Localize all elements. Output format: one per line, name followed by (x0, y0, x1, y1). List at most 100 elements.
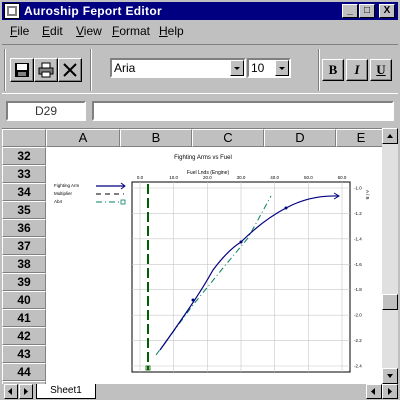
right-tick-label: -2.2 (354, 338, 362, 343)
close-doc-button[interactable] (58, 58, 82, 82)
scroll-up-button[interactable] (382, 128, 398, 144)
title-bar[interactable]: Auroship Feport Editor _ □ X (2, 2, 398, 20)
vertical-scrollbar[interactable] (382, 128, 398, 384)
right-tick-label: -1.8 (354, 287, 362, 292)
row-header[interactable]: 43 (2, 345, 46, 363)
right-tick-label: -2.4 (354, 364, 362, 369)
app-icon[interactable] (4, 3, 20, 19)
app-window: Auroship Feport Editor _ □ X File Edit V… (0, 0, 400, 400)
underline-button[interactable]: U (370, 59, 392, 81)
arrow-right-icon (24, 388, 28, 395)
arrow-left-icon (371, 388, 375, 395)
menu-file[interactable]: File (10, 24, 29, 38)
italic-button[interactable]: I (346, 59, 368, 81)
formula-bar: D29 (2, 96, 398, 126)
right-tick-label: -2.0 (354, 313, 362, 318)
select-all-corner[interactable] (2, 129, 46, 147)
top-tick-label: 50.0 (304, 175, 313, 180)
cell-reference-box[interactable]: D29 (6, 101, 86, 121)
chevron-down-icon[interactable] (230, 60, 244, 76)
formula-input[interactable] (92, 101, 394, 121)
menu-file-label: ile (17, 24, 30, 38)
legend-label: Ab4 (54, 199, 63, 204)
top-tick-label: 60.0 (338, 175, 347, 180)
minimize-button[interactable]: _ (342, 4, 358, 18)
print-icon (38, 62, 54, 78)
window-title: Auroship Feport Editor (24, 4, 162, 18)
top-axis-ticks: 0.0 10.0 20.0 30.0 40.0 50.0 60.0 (137, 175, 347, 180)
chart-canvas: Fighting Arms vs Fuel Fuel Lnds (Engine)… (54, 155, 370, 373)
chevron-down-icon[interactable] (275, 60, 289, 76)
menu-edit-label: dit (50, 24, 63, 38)
menu-help-label: elp (167, 24, 184, 38)
row-header[interactable]: 37 (2, 237, 46, 255)
sheet-tab[interactable]: Sheet1 (36, 384, 96, 399)
row-header[interactable]: 36 (2, 219, 46, 237)
tab-scroll-left-button[interactable] (4, 384, 18, 399)
column-header-c[interactable]: C (192, 129, 264, 147)
font-size-value: 10 (251, 61, 265, 75)
hscroll-right-button[interactable] (382, 384, 398, 399)
column-header-a[interactable]: A (46, 129, 120, 147)
row-header[interactable]: 35 (2, 201, 46, 219)
data-point (284, 206, 288, 210)
column-header-b[interactable]: B (120, 129, 192, 147)
font-name-select[interactable]: Aria (110, 58, 246, 78)
legend-marker-icon (120, 199, 126, 205)
row-header[interactable]: 41 (2, 309, 46, 327)
arrow-up-icon (387, 134, 393, 138)
column-header-e[interactable]: E (336, 129, 382, 147)
menu-view-accel: V (76, 24, 84, 38)
legend-label: Fighting Arm (54, 183, 80, 188)
right-tick-label: -1.6 (354, 262, 362, 267)
toolbar-grip (4, 49, 6, 91)
sheet-tab-bar: Sheet1 (2, 384, 398, 400)
row-header[interactable]: 40 (2, 291, 46, 309)
save-button[interactable] (10, 58, 34, 82)
top-tick-label: 0.0 (137, 175, 144, 180)
print-button[interactable] (34, 58, 58, 82)
chart-title: Fighting Arms vs Fuel (174, 155, 232, 161)
embedded-chart[interactable]: Fighting Arms vs Fuel Fuel Lnds (Engine)… (48, 150, 382, 384)
bold-button[interactable]: B (322, 59, 344, 81)
menu-help[interactable]: Help (159, 24, 184, 38)
menu-view-label: iew (83, 24, 102, 38)
right-tick-label: -1.4 (354, 236, 362, 241)
toolbar-separator (90, 49, 92, 91)
maximize-button[interactable]: □ (359, 4, 375, 18)
toolbar-separator (318, 49, 320, 91)
row-header[interactable]: 42 (2, 327, 46, 345)
close-icon (63, 63, 77, 77)
menu-format-label: ormat (119, 24, 151, 38)
data-point (239, 240, 243, 244)
row-header[interactable]: 39 (2, 273, 46, 291)
top-tick-label: 10.0 (169, 175, 178, 180)
tab-scroll-right-button[interactable] (19, 384, 33, 399)
arrow-left-icon (8, 388, 12, 395)
arrow-right-icon (388, 388, 392, 395)
menu-view[interactable]: View (76, 24, 102, 38)
row-header[interactable]: 32 (2, 147, 46, 165)
column-header-d[interactable]: D (264, 129, 336, 147)
row-header[interactable]: 34 (2, 183, 46, 201)
top-tick-label: 20.0 (203, 175, 212, 180)
row-header[interactable]: 33 (2, 165, 46, 183)
spreadsheet-grid[interactable]: A B C D E 32 33 34 35 36 37 38 39 40 41 … (2, 128, 382, 384)
top-tick-label: 30.0 (237, 175, 246, 180)
right-tick-label: -1.0 (354, 186, 362, 191)
menu-bar: File Edit View Format Help (2, 21, 398, 41)
menu-edit[interactable]: Edit (42, 24, 63, 38)
font-size-select[interactable]: 10 (247, 58, 291, 78)
scroll-thumb[interactable] (382, 294, 398, 310)
scroll-down-button[interactable] (382, 368, 398, 384)
close-button[interactable]: X (379, 4, 395, 18)
font-name-value: Aria (114, 61, 136, 75)
series-fighting-arm-curve (159, 195, 339, 351)
menu-format[interactable]: Format (112, 24, 150, 38)
row-header[interactable]: 44 (2, 363, 46, 381)
row-header[interactable]: 38 (2, 255, 46, 273)
top-tick-label: 40.0 (270, 175, 279, 180)
hscroll-left-button[interactable] (366, 384, 382, 399)
right-tick-label: -1.2 (354, 211, 362, 216)
save-icon (15, 63, 29, 77)
